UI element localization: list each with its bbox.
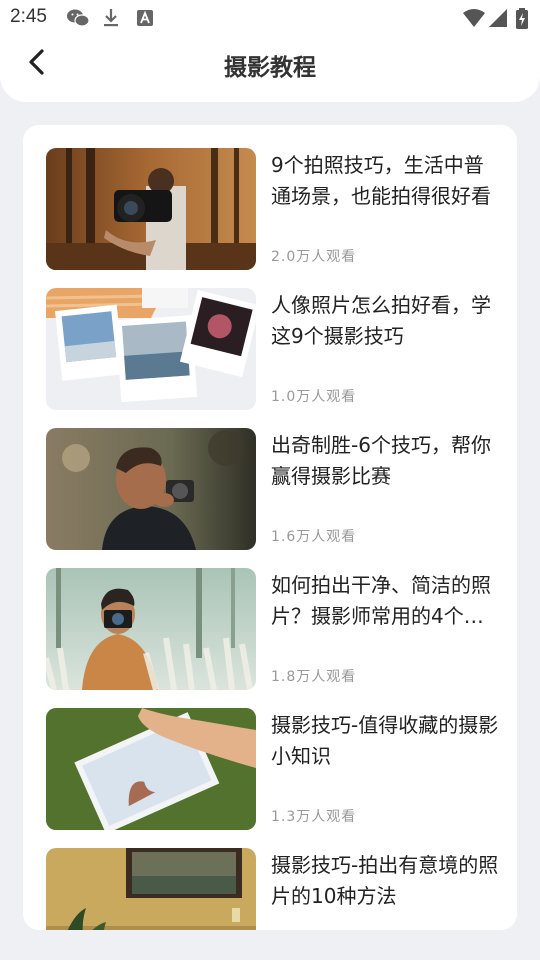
status-bar: 2:45 bbox=[0, 0, 540, 36]
signal-icon bbox=[489, 9, 507, 27]
thumbnail-man-camera-forest[interactable] bbox=[46, 148, 256, 270]
article-title[interactable]: 如何拍出干净、简洁的照片？摄影师常用的4个方法 bbox=[271, 570, 501, 632]
list-item[interactable]: 9个拍照技巧，生活中普通场景，也能拍得很好看 2.0万人观看 bbox=[46, 148, 506, 270]
view-count: 1.8万人观看 bbox=[271, 669, 357, 685]
article-title[interactable]: 摄影技巧-值得收藏的摄影小知识 bbox=[271, 710, 501, 772]
article-title[interactable]: 人像照片怎么拍好看，学这9个摄影技巧 bbox=[271, 290, 501, 352]
download-icon bbox=[104, 9, 118, 27]
thumbnail-boy-with-camera[interactable] bbox=[46, 428, 256, 550]
wechat-icon bbox=[67, 9, 90, 27]
list-item[interactable]: 摄影技巧-拍出有意境的照片的10种方法 bbox=[46, 848, 506, 930]
thumbnail-mirror-on-grass[interactable] bbox=[46, 708, 256, 830]
article-title[interactable]: 9个拍照技巧，生活中普通场景，也能拍得很好看 bbox=[271, 150, 501, 212]
header: 摄影教程 bbox=[0, 36, 540, 102]
wifi-icon bbox=[463, 9, 485, 27]
article-title[interactable]: 摄影技巧-拍出有意境的照片的10种方法 bbox=[271, 850, 501, 912]
view-count: 1.3万人观看 bbox=[271, 809, 357, 825]
view-count: 1.6万人观看 bbox=[271, 529, 357, 545]
list-item[interactable]: 出奇制胜-6个技巧，帮你赢得摄影比赛 1.6万人观看 bbox=[46, 428, 506, 550]
page-title: 摄影教程 bbox=[224, 55, 316, 81]
thumbnail-polaroid-photos[interactable] bbox=[46, 288, 256, 410]
list-item[interactable]: 摄影技巧-值得收藏的摄影小知识 1.3万人观看 bbox=[46, 708, 506, 830]
a-box-icon bbox=[137, 10, 153, 26]
list-item[interactable]: 人像照片怎么拍好看，学这9个摄影技巧 1.0万人观看 bbox=[46, 288, 506, 410]
article-title[interactable]: 出奇制胜-6个技巧，帮你赢得摄影比赛 bbox=[271, 430, 501, 492]
article-list: 9个拍照技巧，生活中普通场景，也能拍得很好看 2.0万人观看 人像照片怎么拍好看… bbox=[23, 125, 517, 930]
view-count: 1.0万人观看 bbox=[271, 389, 357, 405]
battery-icon bbox=[516, 8, 528, 29]
status-time: 2:45 bbox=[10, 6, 47, 27]
thumbnail-room-painting[interactable] bbox=[46, 848, 256, 930]
list-item[interactable]: 如何拍出干净、简洁的照片？摄影师常用的4个方法 1.8万人观看 bbox=[46, 568, 506, 690]
view-count: 2.0万人观看 bbox=[271, 249, 357, 265]
thumbnail-man-in-grass[interactable] bbox=[46, 568, 256, 690]
